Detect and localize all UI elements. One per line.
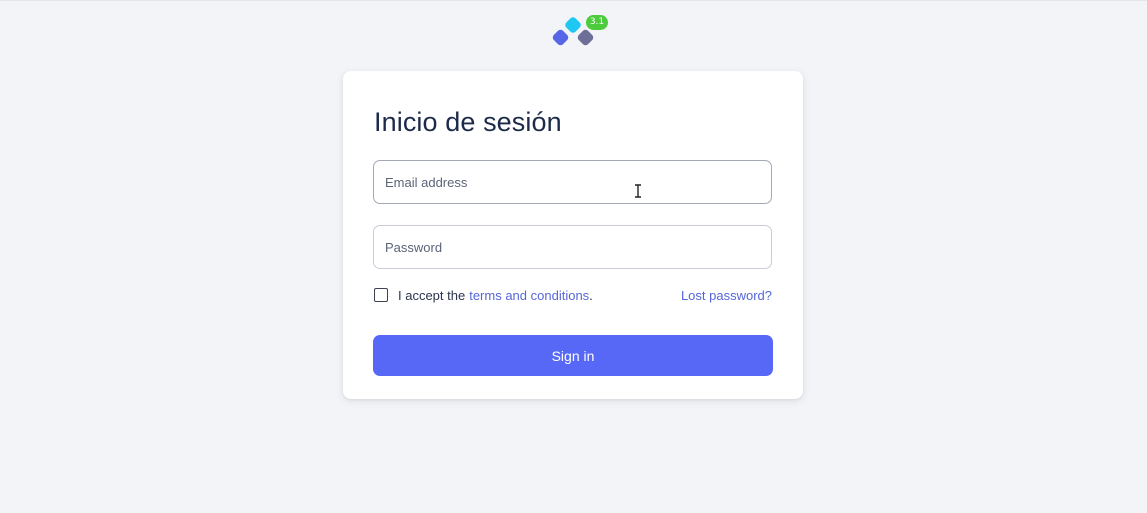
page-title: Inicio de sesión <box>374 107 562 137</box>
terms-consent: I accept the terms and conditions . <box>374 287 593 303</box>
terms-prefix-text: I accept the <box>398 287 466 303</box>
text-cursor-icon <box>634 184 642 198</box>
lost-password-link[interactable]: Lost password? <box>681 288 772 303</box>
terms-checkbox[interactable] <box>374 288 388 302</box>
app-logo: 3.1 <box>550 14 610 50</box>
terms-suffix-text: . <box>589 287 593 303</box>
email-field[interactable] <box>373 160 772 204</box>
terms-link[interactable]: terms and conditions <box>469 288 589 303</box>
login-card: Inicio de sesión I accept the terms and … <box>343 71 803 399</box>
password-field[interactable] <box>373 225 772 269</box>
sign-in-button[interactable]: Sign in <box>373 335 773 376</box>
version-badge: 3.1 <box>586 15 608 30</box>
top-border <box>0 0 1147 1</box>
